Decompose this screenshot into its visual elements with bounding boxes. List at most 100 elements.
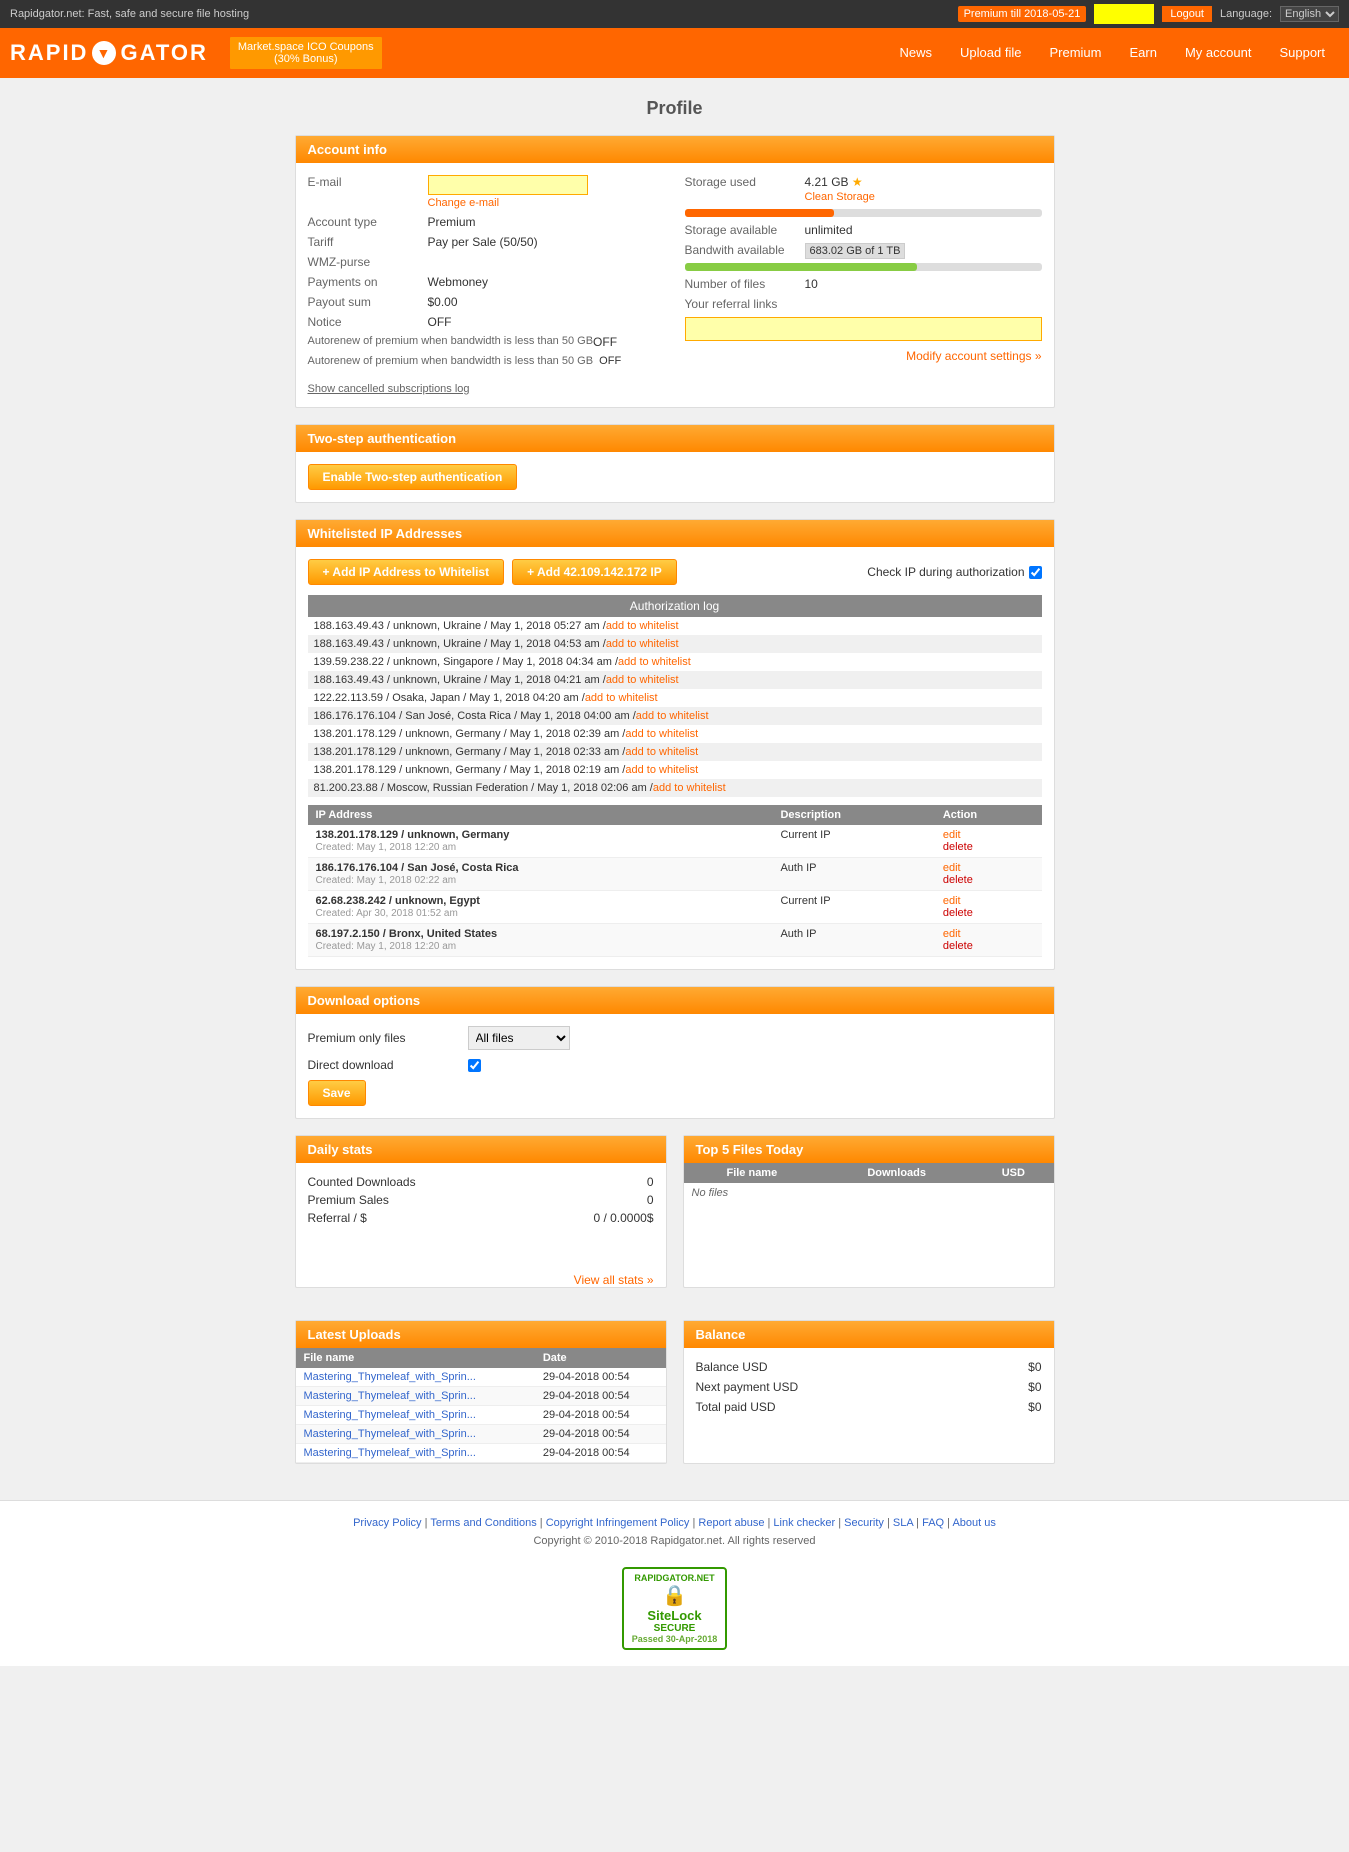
upload-filename-cell: Mastering_Thymeleaf_with_Sprin...: [296, 1444, 535, 1463]
modify-account-link[interactable]: Modify account settings »: [906, 349, 1041, 363]
footer-link[interactable]: Copyright Infringement Policy: [546, 1517, 690, 1529]
footer-link[interactable]: About us: [952, 1517, 995, 1529]
download-options-header: Download options: [296, 987, 1054, 1014]
account-type-label: Account type: [308, 215, 428, 229]
account-left: E-mail Change e-mail Account type Premiu…: [308, 175, 665, 395]
top-bar-right: Premium till 2018-05-21 Logout Language:…: [958, 4, 1339, 24]
account-type-value: Premium: [428, 215, 476, 229]
footer-separator: |: [835, 1517, 844, 1529]
storage-used-label: Storage used: [685, 175, 805, 203]
check-ip-checkbox[interactable]: [1029, 566, 1042, 579]
footer-link[interactable]: FAQ: [922, 1517, 944, 1529]
upload-file-link[interactable]: Mastering_Thymeleaf_with_Sprin...: [304, 1371, 476, 1383]
footer-link[interactable]: Link checker: [773, 1517, 835, 1529]
upload-filename-cell: Mastering_Thymeleaf_with_Sprin...: [296, 1425, 535, 1444]
two-step-section: Two-step authentication Enable Two-step …: [295, 424, 1055, 503]
footer-link[interactable]: Terms and Conditions: [430, 1517, 536, 1529]
logo-icon: ▼: [92, 41, 116, 65]
ip-action-cell: edit delete: [935, 924, 1042, 957]
ip-table-row: 138.201.178.129 / unknown, Germany Creat…: [308, 825, 1042, 858]
view-all-stats-link[interactable]: View all stats »: [574, 1273, 654, 1287]
add-to-whitelist-link[interactable]: add to whitelist: [625, 746, 698, 758]
add-ip-button[interactable]: + Add IP Address to Whitelist: [308, 559, 505, 585]
footer-link[interactable]: SLA: [893, 1517, 913, 1529]
add-to-whitelist-link[interactable]: add to whitelist: [618, 656, 691, 668]
delete-ip-link[interactable]: delete: [943, 940, 1034, 952]
account-type-row: Account type Premium: [308, 215, 665, 229]
add-to-whitelist-link[interactable]: add to whitelist: [606, 620, 679, 632]
upload-filename-cell: Mastering_Thymeleaf_with_Sprin...: [296, 1368, 535, 1387]
premium-files-select[interactable]: All files Premium only: [468, 1026, 570, 1050]
balance-usd-value: $0: [1028, 1360, 1041, 1374]
edit-ip-link[interactable]: edit: [943, 862, 1034, 874]
payout-value: $0.00: [428, 295, 458, 309]
counted-downloads-value: 0: [647, 1175, 654, 1189]
enable-two-step-button[interactable]: Enable Two-step authentication: [308, 464, 518, 490]
add-to-whitelist-link[interactable]: add to whitelist: [625, 728, 698, 740]
auth-log-row: 139.59.238.22 / unknown, Singapore / May…: [308, 653, 1042, 671]
bandwidth-row: Bandwith available 683.02 GB of 1 TB: [685, 243, 1042, 257]
upload-file-link[interactable]: Mastering_Thymeleaf_with_Sprin...: [304, 1428, 476, 1440]
account-info-body: E-mail Change e-mail Account type Premiu…: [296, 163, 1054, 407]
nav-news[interactable]: News: [886, 28, 947, 78]
nav-upload[interactable]: Upload file: [946, 28, 1035, 78]
auth-log-text: 138.201.178.129 / unknown, Germany / May…: [314, 728, 626, 740]
referral-stats-row: Referral / $ 0 / 0.0000$: [308, 1211, 654, 1225]
logout-button[interactable]: Logout: [1162, 6, 1212, 22]
premium-progress: [1094, 4, 1154, 24]
latest-uploads-section: Latest Uploads File name Date Mastering_…: [295, 1320, 667, 1464]
clean-storage-link[interactable]: Clean Storage: [805, 191, 875, 203]
edit-ip-link[interactable]: edit: [943, 928, 1034, 940]
top5-table: File name Downloads USD No files: [684, 1163, 1054, 1203]
ip-table: IP Address Description Action 138.201.17…: [308, 805, 1042, 957]
notice-label: Notice: [308, 315, 428, 329]
add-to-whitelist-link[interactable]: add to whitelist: [585, 692, 658, 704]
logo-text: RAPID: [10, 40, 88, 66]
nav-support[interactable]: Support: [1265, 28, 1339, 78]
footer-link[interactable]: Security: [844, 1517, 884, 1529]
change-email-link[interactable]: Change e-mail: [428, 197, 500, 209]
storage-star-icon: ★: [852, 175, 863, 189]
add-to-whitelist-link[interactable]: add to whitelist: [625, 764, 698, 776]
auth-log-row: 188.163.49.43 / unknown, Ukraine / May 1…: [308, 635, 1042, 653]
nav-links: News Upload file Premium Earn My account…: [886, 28, 1339, 78]
notice-row: Notice OFF: [308, 315, 665, 329]
footer-copyright: Copyright © 2010-2018 Rapidgator.net. Al…: [16, 1535, 1333, 1547]
add-to-whitelist-link[interactable]: add to whitelist: [606, 674, 679, 686]
footer-link[interactable]: Privacy Policy: [353, 1517, 421, 1529]
autorenew-label: Autorenew of premium when bandwidth is l…: [308, 335, 594, 349]
stats-top5-container: Daily stats Counted Downloads 0 Premium …: [295, 1135, 1055, 1304]
delete-ip-link[interactable]: delete: [943, 841, 1034, 853]
add-to-whitelist-link[interactable]: add to whitelist: [636, 710, 709, 722]
add-current-ip-button[interactable]: + Add 42.109.142.172 IP: [512, 559, 677, 585]
auth-log-row: 186.176.176.104 / San José, Costa Rica /…: [308, 707, 1042, 725]
edit-ip-link[interactable]: edit: [943, 895, 1034, 907]
delete-ip-link[interactable]: delete: [943, 907, 1034, 919]
delete-ip-link[interactable]: delete: [943, 874, 1034, 886]
nav-account[interactable]: My account: [1171, 28, 1265, 78]
add-to-whitelist-link[interactable]: add to whitelist: [606, 638, 679, 650]
upload-file-link[interactable]: Mastering_Thymeleaf_with_Sprin...: [304, 1447, 476, 1459]
footer: Privacy Policy | Terms and Conditions | …: [0, 1500, 1349, 1666]
auth-log-header: Authorization log: [308, 595, 1042, 617]
edit-ip-link[interactable]: edit: [943, 829, 1034, 841]
direct-download-checkbox[interactable]: [468, 1059, 481, 1072]
auth-log-container: 188.163.49.43 / unknown, Ukraine / May 1…: [308, 617, 1042, 797]
bandwidth-bar-fill: [685, 263, 917, 271]
footer-link[interactable]: Report abuse: [698, 1517, 764, 1529]
save-download-options-button[interactable]: Save: [308, 1080, 366, 1106]
promo-banner[interactable]: Market.space ICO Coupons (30% Bonus): [228, 35, 384, 71]
upload-file-link[interactable]: Mastering_Thymeleaf_with_Sprin...: [304, 1390, 476, 1402]
referral-stats-value: 0 / 0.0000$: [593, 1211, 653, 1225]
nav-earn[interactable]: Earn: [1116, 28, 1171, 78]
upload-row: Mastering_Thymeleaf_with_Sprin... 29-04-…: [296, 1444, 666, 1463]
email-input[interactable]: [428, 175, 588, 195]
tagline: Rapidgator.net: Fast, safe and secure fi…: [10, 8, 249, 20]
add-to-whitelist-link[interactable]: add to whitelist: [653, 782, 726, 794]
show-cancelled-link[interactable]: Show cancelled subscriptions log: [308, 383, 470, 395]
ip-action-cell: edit delete: [935, 825, 1042, 858]
language-select[interactable]: English: [1280, 6, 1339, 22]
nav-premium[interactable]: Premium: [1035, 28, 1115, 78]
upload-file-link[interactable]: Mastering_Thymeleaf_with_Sprin...: [304, 1409, 476, 1421]
next-payment-row: Next payment USD $0: [696, 1380, 1042, 1394]
